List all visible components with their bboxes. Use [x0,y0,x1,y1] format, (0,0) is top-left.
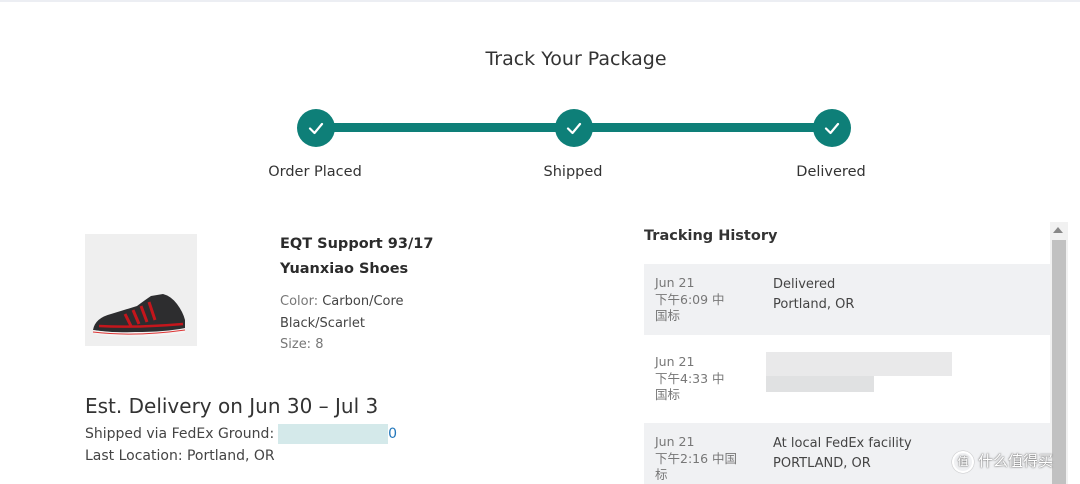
color-value-cont: Black/Scarlet [280,315,365,331]
size-label: Size: [280,337,312,352]
history-status: Delivered Portland, OR [773,275,854,315]
watermark: 值什么值得买 [952,450,1053,473]
step-delivered-check-icon [813,109,851,147]
watermark-logo-icon: 值 [952,450,974,473]
scroll-up-arrow-icon[interactable] [1053,227,1063,233]
estimated-delivery: Est. Delivery on Jun 30 – Jul 3 [85,394,379,418]
history-date: Jun 21 下午4:33 中 国标 [655,354,765,404]
progress-bar-segment [316,123,573,132]
product-size: Size: 8 [280,334,440,356]
watermark-text: 什么值得买 [978,452,1054,470]
product-name-line: EQT Support 93/17 [280,236,434,252]
history-date-tz: 标 [655,467,668,482]
step-label-order-placed: Order Placed [268,164,362,180]
history-date-tz: 国标 [655,308,681,323]
history-date: Jun 21 下午2:16 中国 标 [655,434,765,484]
redacted-tracking-number [278,424,389,444]
history-location: PORTLAND, OR [773,456,871,471]
shipped-via: Shipped via FedEx Ground: 0 [85,423,397,445]
shipping-info: Shipped via FedEx Ground: 0 Last Location… [85,423,397,467]
size-value: 8 [315,337,324,352]
history-status-text: At local FedEx facility [773,436,912,451]
history-date-day: Jun 21 [655,434,695,449]
scrollbar-thumb[interactable] [1052,240,1066,484]
tracking-history-title: Tracking History [644,228,778,244]
last-location: Last Location: Portland, OR [85,448,275,464]
product-name[interactable]: EQT Support 93/17 Yuanxiao Shoes [280,232,480,282]
shoe-image-icon [85,234,197,346]
progress-tracker: Order Placed Shipped Delivered [0,0,1080,200]
history-date-day: Jun 21 [655,275,695,290]
product-name-line: Yuanxiao Shoes [280,261,409,277]
history-row: Jun 21 下午6:09 中 国标 Delivered Portland, O… [644,264,1050,335]
step-label-delivered: Delivered [796,164,866,180]
history-date: Jun 21 下午6:09 中 国标 [655,275,765,325]
history-status-text: Delivered [773,277,836,292]
product-attributes: Color: Carbon/Core Black/Scarlet Size: 8 [280,291,440,356]
color-value: Carbon/Core [322,294,404,309]
product-color: Color: Carbon/Core [280,291,440,313]
tracking-number-link[interactable]: 0 [388,426,397,442]
history-date-time: 下午2:16 中国 [655,450,738,466]
step-label-shipped: Shipped [543,164,603,180]
history-date-time: 下午4:33 中 [655,370,725,386]
shipped-via-label: Shipped via FedEx Ground: [85,426,275,442]
history-location: Portland, OR [773,297,855,312]
history-date-time: 下午6:09 中 [655,291,725,307]
step-order-placed-check-icon [297,109,335,147]
color-label: Color: [280,294,319,309]
product-image[interactable] [85,234,197,346]
step-shipped-check-icon [555,109,593,147]
progress-bar-segment [573,123,831,132]
redacted-location [766,376,874,392]
redacted-status [766,352,952,376]
history-date-tz: 国标 [655,387,681,402]
history-status: At local FedEx facility PORTLAND, OR [773,434,912,474]
history-date-day: Jun 21 [655,354,695,369]
